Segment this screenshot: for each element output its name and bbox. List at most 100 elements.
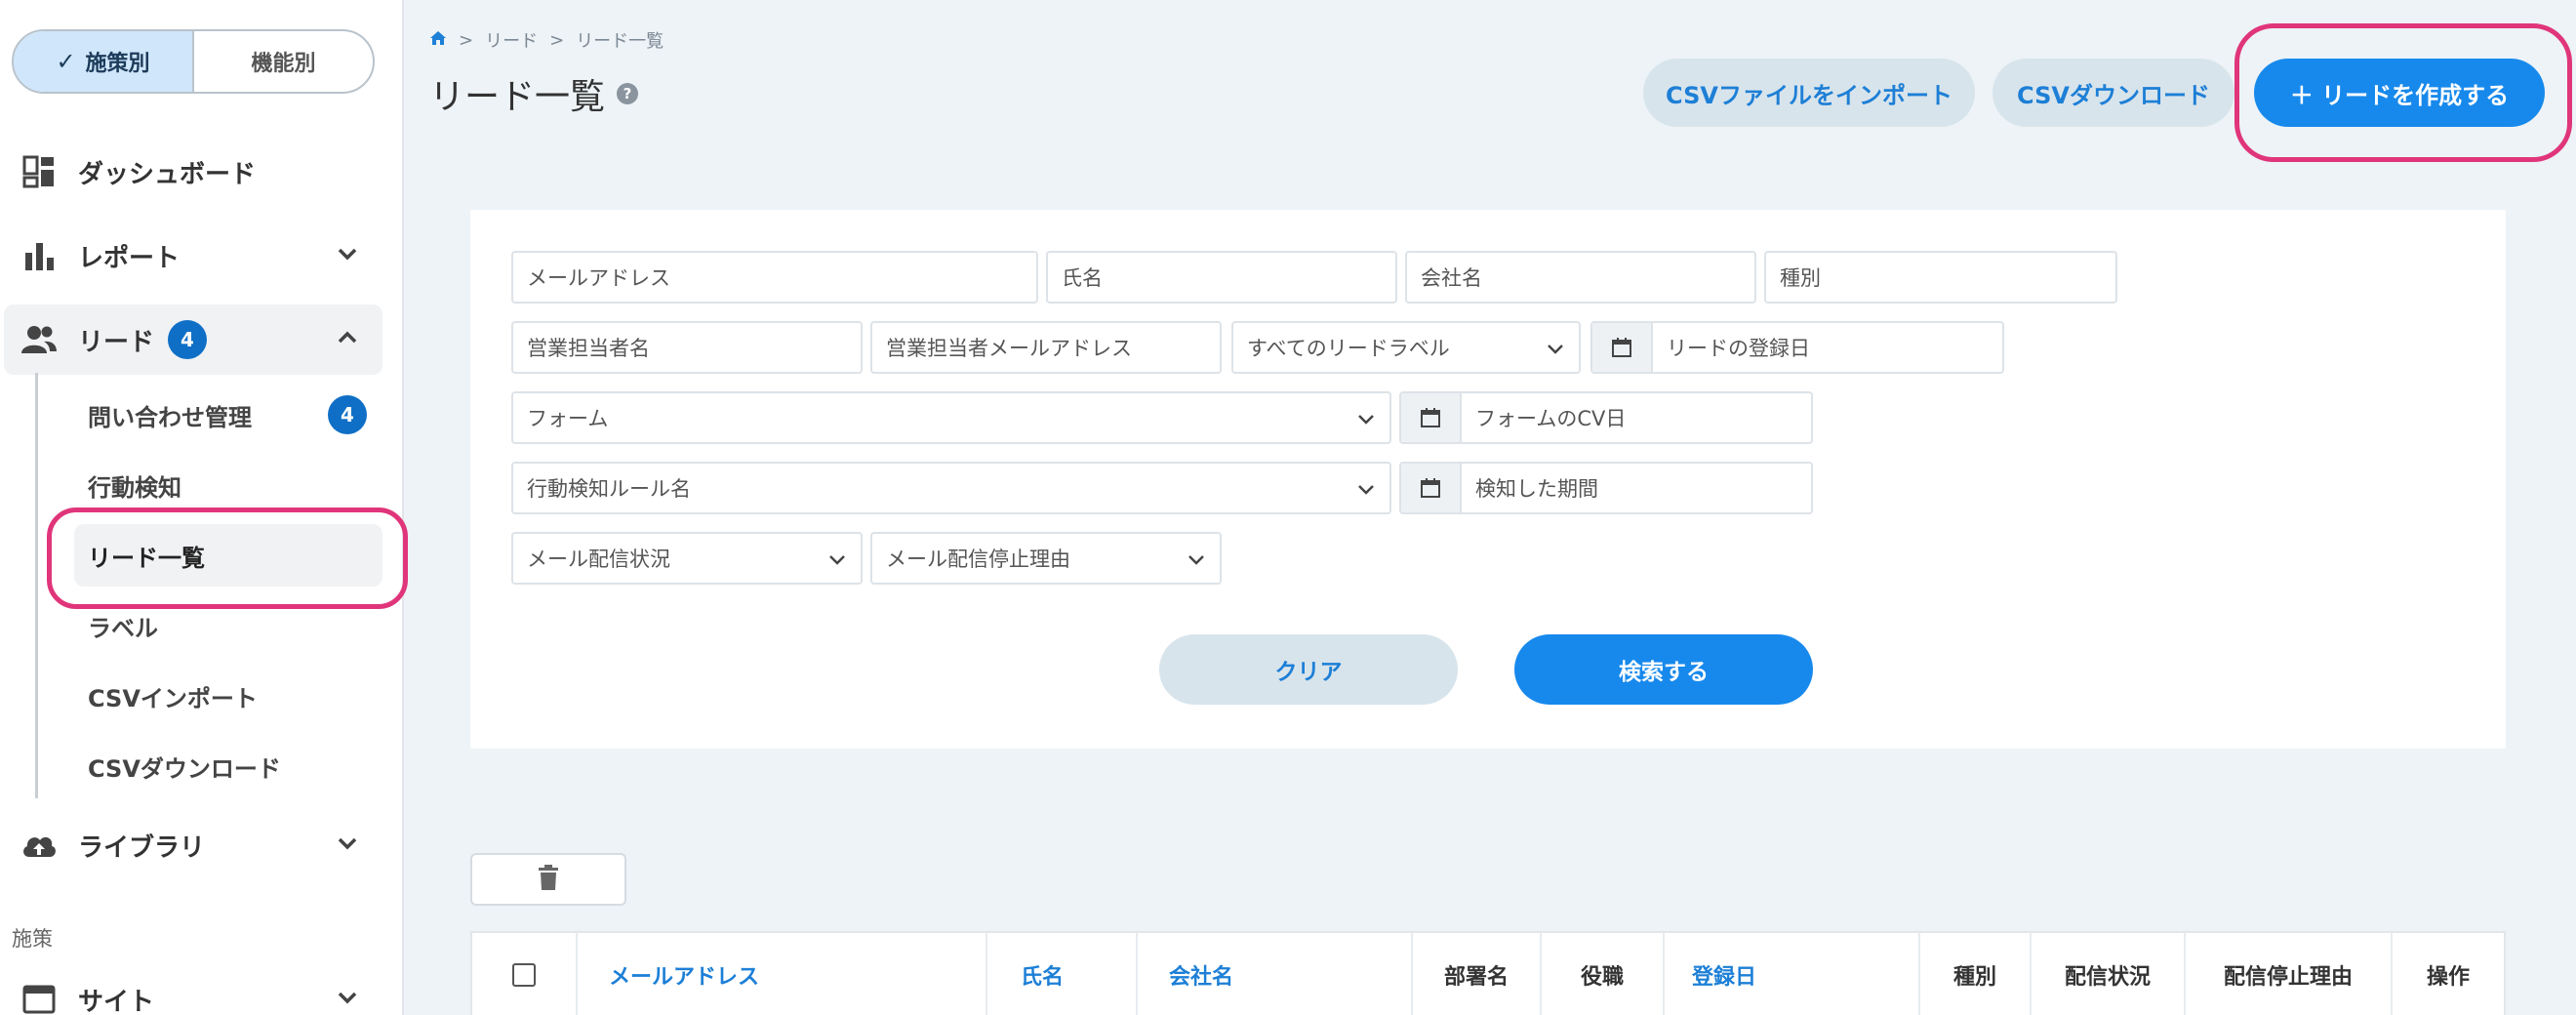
- help-icon[interactable]: ?: [617, 83, 639, 104]
- dashboard-icon: [20, 152, 59, 191]
- calendar-icon: [1592, 323, 1653, 372]
- calendar-icon: [1401, 464, 1462, 512]
- sidebar-item-label: サイト: [78, 987, 155, 1015]
- column-header-company[interactable]: 会社名: [1138, 933, 1413, 1015]
- form-cv-date-placeholder: フォームのCV日: [1475, 407, 1627, 430]
- sidebar-subitem-lead-list[interactable]: リード一覧: [74, 524, 382, 587]
- csv-import-button[interactable]: CSVファイルをインポート: [1643, 59, 1975, 127]
- form-select-value: フォーム: [527, 407, 609, 430]
- mail-stop-reason-select-value: メール配信停止理由: [886, 548, 1070, 571]
- sidebar-subitem-label: ラベル: [88, 614, 158, 642]
- column-header-email[interactable]: メールアドレス: [578, 933, 987, 1015]
- toggle-by-measure[interactable]: ✓ 施策別: [14, 31, 194, 92]
- toggle-by-function[interactable]: 機能別: [194, 31, 373, 92]
- column-header-department: 部署名: [1413, 933, 1542, 1015]
- email-filter-input[interactable]: メールアドレス: [511, 251, 1038, 304]
- check-icon: ✓: [56, 48, 76, 75]
- breadcrumb: > リード > リード一覧: [429, 27, 664, 53]
- sidebar-item-report[interactable]: レポート: [4, 221, 382, 291]
- sidebar-item-label: リード: [78, 327, 155, 357]
- sidebar-subitem-csv-import[interactable]: CSVインポート: [74, 665, 382, 727]
- chevron-down-icon: [825, 548, 849, 576]
- chevron-up-icon: [334, 324, 361, 358]
- select-all-cell: [472, 933, 578, 1015]
- sidebar-item-leads[interactable]: リード 4: [4, 304, 382, 375]
- detection-rule-select-value: 行動検知ルール名: [527, 477, 691, 501]
- sidebar-subitem-labels[interactable]: ラベル: [74, 594, 382, 657]
- chevron-down-icon: [1185, 548, 1208, 576]
- column-header-actions: 操作: [2426, 965, 2470, 990]
- sidebar-subitem-csv-download[interactable]: CSVダウンロード: [74, 735, 382, 797]
- sidebar-item-label: ライブラリ: [78, 832, 206, 863]
- breadcrumb-item-lead-list: リード一覧: [576, 31, 664, 52]
- create-lead-button[interactable]: ＋ リードを作成する: [2254, 59, 2545, 127]
- sidebar-subitem-label: 行動検知: [88, 473, 181, 502]
- column-header-delivery-status: 配信状況: [2032, 933, 2186, 1015]
- clear-button[interactable]: クリア: [1159, 634, 1458, 705]
- sidebar-subitem-label: リード一覧: [88, 544, 205, 572]
- sidebar-subitem-label: 問い合わせ管理: [88, 403, 252, 431]
- column-header-position: 役職: [1542, 933, 1665, 1015]
- company-filter-input[interactable]: 会社名: [1405, 251, 1756, 304]
- lead-count-badge: 4: [168, 320, 208, 359]
- chevron-down-icon: [334, 984, 361, 1015]
- breadcrumb-separator: >: [459, 29, 474, 51]
- users-icon: [20, 320, 59, 359]
- breadcrumb-separator: >: [549, 29, 565, 51]
- calendar-icon: [1401, 393, 1462, 442]
- sales-name-filter-input[interactable]: 営業担当者名: [511, 321, 863, 374]
- detected-period-field[interactable]: 検知した期間: [1399, 462, 1813, 514]
- column-header-registered-date[interactable]: 登録日: [1665, 933, 1920, 1015]
- sidebar-subitem-behavior-detection[interactable]: 行動検知: [74, 454, 382, 516]
- column-header-type: 種別: [1920, 933, 2032, 1015]
- lead-label-select[interactable]: すべてのリードラベル: [1231, 321, 1581, 374]
- filter-panel: メールアドレス 氏名 会社名 種別 営業担当者名 営業担当者メールアドレス すべ…: [470, 210, 2506, 749]
- sidebar-item-library[interactable]: ライブラリ: [4, 810, 382, 880]
- form-select[interactable]: フォーム: [511, 391, 1391, 444]
- mail-status-select-value: メール配信状況: [527, 548, 670, 571]
- sidebar-subitem-inquiries[interactable]: 問い合わせ管理 4: [74, 384, 382, 446]
- page-title: リード一覧 ?: [429, 68, 639, 119]
- chevron-down-icon: [1544, 337, 1567, 365]
- detection-rule-select[interactable]: 行動検知ルール名: [511, 462, 1391, 514]
- sidebar-item-site[interactable]: サイト: [4, 964, 382, 1015]
- lead-table-header: メールアドレス 氏名 会社名 部署名 役職 登録日 種別 配信状況 配信停止理由…: [470, 931, 2506, 1015]
- csv-download-button[interactable]: CSVダウンロード: [1992, 59, 2234, 127]
- column-header-name[interactable]: 氏名: [987, 933, 1138, 1015]
- view-toggle: ✓ 施策別 機能別: [12, 29, 375, 94]
- sidebar: ✓ 施策別 機能別 ダッシュボード レポート リード 4 問い合わせ管理 4 行…: [0, 0, 404, 1015]
- home-icon[interactable]: [429, 30, 447, 51]
- form-cv-date-field[interactable]: フォームのCV日: [1399, 391, 1813, 444]
- sidebar-item-dashboard[interactable]: ダッシュボード: [4, 137, 382, 207]
- page-title-text: リード一覧: [429, 77, 606, 117]
- bar-chart-icon: [20, 236, 59, 275]
- registered-date-placeholder: リードの登録日: [1667, 337, 1810, 360]
- sidebar-item-label: レポート: [78, 243, 181, 273]
- registered-date-field[interactable]: リードの登録日: [1590, 321, 2004, 374]
- chevron-down-icon: [1354, 477, 1378, 506]
- breadcrumb-item-leads[interactable]: リード: [485, 27, 538, 53]
- browser-window-icon: [20, 980, 59, 1015]
- sidebar-item-label: ダッシュボード: [78, 159, 257, 189]
- column-header-stop-reason: 配信停止理由: [2186, 933, 2393, 1015]
- select-all-checkbox[interactable]: [512, 963, 536, 987]
- sidebar-subitem-label: CSVダウンロード: [88, 754, 281, 783]
- sales-email-filter-input[interactable]: 営業担当者メールアドレス: [870, 321, 1222, 374]
- search-button[interactable]: 検索する: [1514, 634, 1813, 705]
- chevron-down-icon: [1354, 407, 1378, 435]
- mail-stop-reason-select[interactable]: メール配信停止理由: [870, 532, 1222, 585]
- toggle-by-measure-label: 施策別: [85, 52, 150, 76]
- toggle-by-function-label: 機能別: [251, 52, 316, 76]
- inquiry-count-badge: 4: [328, 395, 367, 434]
- chevron-down-icon: [334, 240, 361, 274]
- mail-status-select[interactable]: メール配信状況: [511, 532, 863, 585]
- detected-period-placeholder: 検知した期間: [1475, 477, 1598, 501]
- sidebar-subitem-label: CSVインポート: [88, 684, 258, 712]
- cloud-upload-icon: [20, 826, 59, 865]
- bulk-delete-button[interactable]: [470, 853, 626, 906]
- type-filter-input[interactable]: 種別: [1764, 251, 2117, 304]
- chevron-down-icon: [334, 830, 361, 864]
- lead-label-select-value: すべてのリードラベル: [1247, 337, 1450, 360]
- trash-icon: [538, 865, 559, 894]
- name-filter-input[interactable]: 氏名: [1046, 251, 1397, 304]
